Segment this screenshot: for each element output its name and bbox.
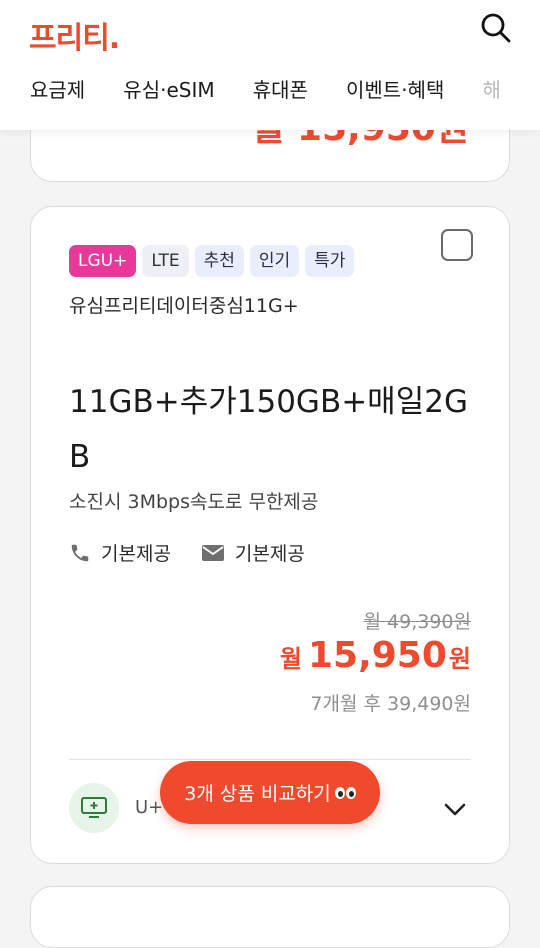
plan-badges: LGU+ LTE 추천 인기 특가 <box>69 245 355 277</box>
app-header: 프리티. 요금제 유심·eSIM 휴대폰 이벤트·혜택 해 <box>0 0 540 130</box>
plan-features: 기본제공 기본제공 <box>69 539 335 566</box>
phone-icon <box>71 544 89 561</box>
compare-plans-button[interactable]: 3개 상품 비교하기 <box>160 761 380 824</box>
sale-price: 월 15,950원 <box>280 635 471 676</box>
plan-name: 유심프리티데이터중심11G+ <box>69 295 299 317</box>
nav-item-events[interactable]: 이벤트·혜택 <box>346 74 444 103</box>
voice-feature: 기본제공 <box>69 539 171 566</box>
search-button[interactable] <box>478 10 514 46</box>
sms-feature-label: 기본제공 <box>234 543 305 565</box>
after-promo-price: 7개월 후 39,490원 <box>310 693 471 715</box>
card-divider <box>69 759 471 760</box>
device-icon-circle <box>69 783 119 833</box>
plan-speed-note: 소진시 3Mbps속도로 무한제공 <box>69 491 319 513</box>
nav-item-plans[interactable]: 요금제 <box>30 74 85 103</box>
compare-checkbox[interactable] <box>441 229 473 261</box>
mail-icon <box>201 544 224 561</box>
top-nav: 요금제 유심·eSIM 휴대폰 이벤트·혜택 해 <box>30 74 540 103</box>
search-icon <box>481 13 511 43</box>
chevron-down-icon <box>444 803 466 816</box>
plan-data-allowance: 11GB+추가150GB+매일2GB <box>69 384 468 475</box>
sale-price-unit: 원 <box>448 645 471 673</box>
carrier-badge: LGU+ <box>69 245 137 277</box>
sale-price-prefix: 월 <box>279 645 302 673</box>
original-price: 월 49,390원 <box>363 611 471 633</box>
nav-item-overflow[interactable]: 해 <box>482 74 500 103</box>
tag-badge-special: 특가 <box>305 245 355 277</box>
compare-plans-label: 3개 상품 비교하기 <box>184 783 331 805</box>
tag-badge-recommended: 추천 <box>194 245 244 277</box>
next-plan-card[interactable] <box>30 886 510 948</box>
sale-price-amount: 15,950 <box>307 635 447 676</box>
nav-item-usim-esim[interactable]: 유심·eSIM <box>123 74 214 103</box>
eyes-icon <box>334 786 356 799</box>
nav-item-phones[interactable]: 휴대폰 <box>253 74 308 103</box>
voice-feature-label: 기본제공 <box>101 543 171 565</box>
brand-logo[interactable]: 프리티. <box>29 13 120 57</box>
bundle-benefit-text: U+ <box>135 797 164 818</box>
network-badge: LTE <box>142 245 189 277</box>
monitor-plus-icon <box>81 797 107 818</box>
expand-button[interactable] <box>441 795 469 823</box>
sms-feature: 기본제공 <box>201 539 305 566</box>
tag-badge-popular: 인기 <box>249 245 300 277</box>
